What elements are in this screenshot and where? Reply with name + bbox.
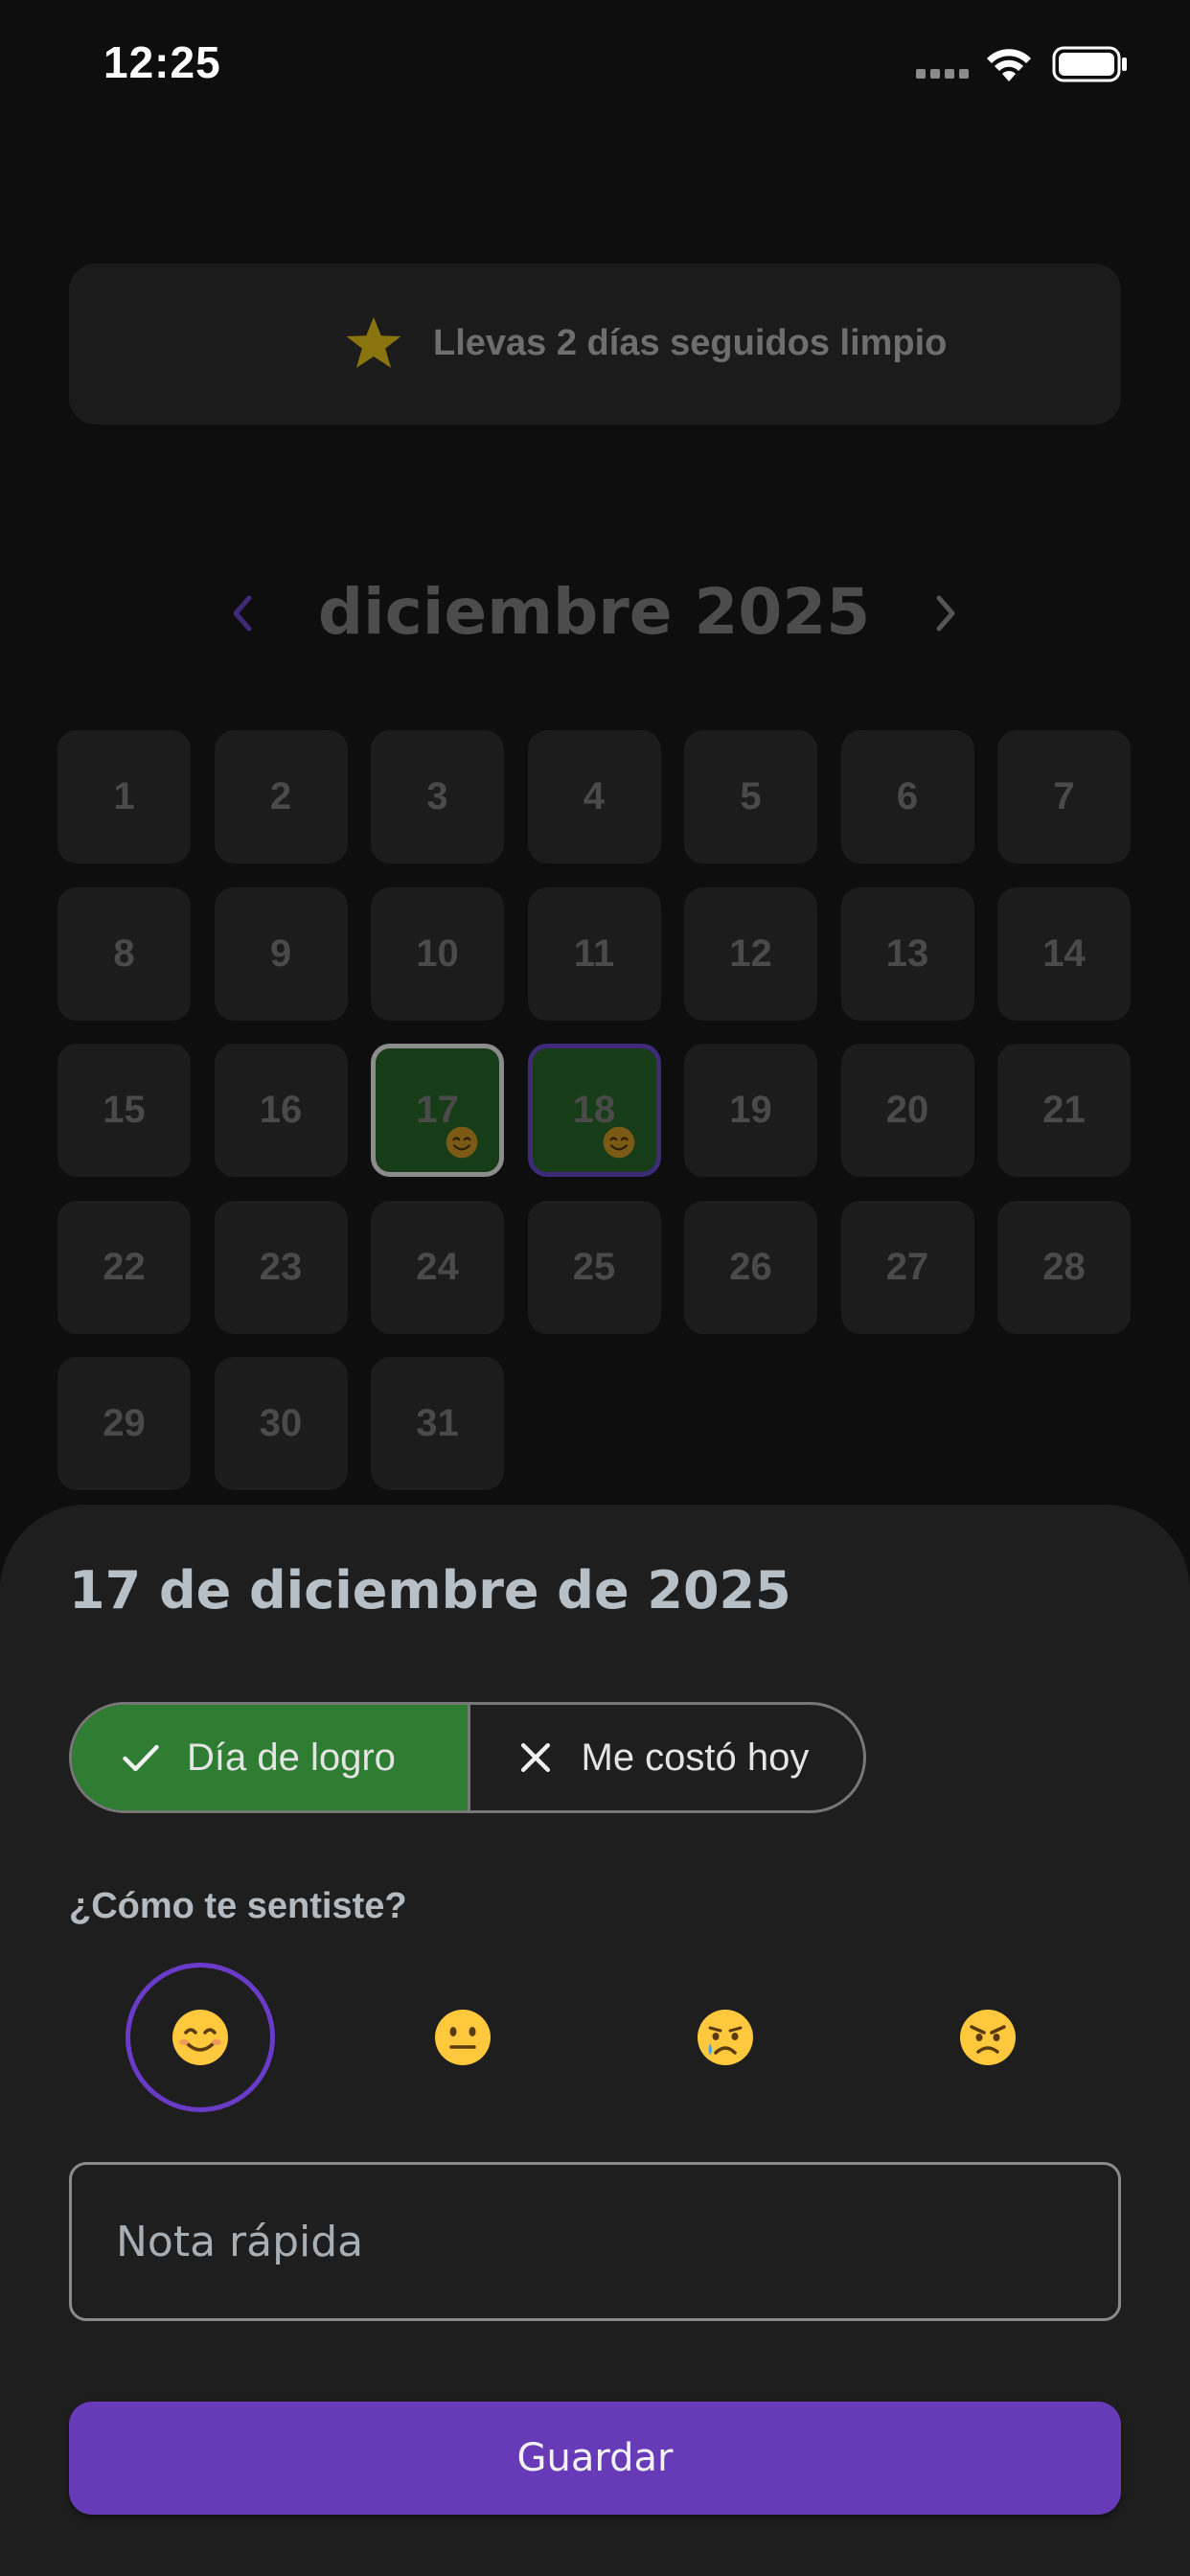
calendar-day-9[interactable]: 9	[214, 886, 348, 1021]
calendar-day-number: 22	[103, 1245, 146, 1288]
day-status-toggle: Día de logro Me costó hoy	[69, 1702, 866, 1813]
calendar-day-number: 9	[269, 932, 292, 975]
calendar-day-number: 10	[416, 932, 459, 975]
mood-happy-button[interactable]	[126, 1963, 275, 2112]
smiling-face-icon	[446, 1126, 478, 1159]
calendar-day-number: 11	[573, 932, 615, 975]
calendar-day-4[interactable]: 4	[527, 730, 661, 863]
calendar-day-number: 5	[740, 775, 762, 817]
calendar-day-number: 21	[1042, 1089, 1086, 1131]
calendar-day-28[interactable]: 28	[997, 1200, 1131, 1334]
calendar-day-number: 3	[426, 775, 448, 817]
quick-note-input[interactable]	[69, 2162, 1121, 2321]
neutral-face-icon	[435, 2010, 491, 2065]
calendar-day-number: 19	[729, 1089, 772, 1131]
angry-face-icon	[960, 2010, 1016, 2065]
calendar-day-29[interactable]: 29	[57, 1357, 191, 1490]
calendar-day-number: 27	[885, 1245, 929, 1288]
calendar-day-number: 16	[259, 1089, 303, 1131]
calendar-day-number: 15	[103, 1089, 146, 1131]
calendar-day-2[interactable]: 2	[214, 730, 348, 863]
mood-neutral-button[interactable]	[388, 1963, 538, 2112]
wifi-icon	[987, 49, 1031, 81]
calendar-day-number: 17	[416, 1089, 459, 1131]
hard-day-label: Me costó hoy	[581, 1736, 810, 1779]
calendar-day-25[interactable]: 25	[527, 1200, 661, 1334]
calendar-day-3[interactable]: 3	[371, 730, 504, 863]
calendar-day-26[interactable]: 26	[684, 1200, 817, 1334]
sheet-date-title: 17 de diciembre de 2025	[69, 1560, 791, 1621]
calendar-day-number: 7	[1053, 775, 1075, 817]
calendar-day-22[interactable]: 22	[57, 1200, 191, 1334]
calendar-day-11[interactable]: 11	[527, 886, 661, 1021]
battery-icon	[1052, 46, 1127, 82]
mood-sad-button[interactable]	[651, 1963, 800, 2112]
calendar-day-number: 2	[269, 775, 292, 817]
feeling-question: ¿Cómo te sentiste?	[69, 1886, 407, 1926]
calendar-day-number: 8	[113, 932, 135, 975]
calendar-day-number: 23	[259, 1245, 303, 1288]
status-bar: 12:25	[0, 0, 1190, 129]
calendar-day-1[interactable]: 1	[57, 730, 191, 863]
achieved-day-label: Día de logro	[187, 1736, 396, 1779]
star-icon	[346, 316, 401, 368]
calendar-day-23[interactable]: 23	[214, 1200, 348, 1334]
calendar-day-number: 1	[113, 775, 135, 817]
cellular-signal-icon	[916, 69, 970, 82]
app-screen: 12:25 Llevas 2 días seguidos limpio dici…	[0, 0, 1190, 2576]
smiling-face-icon	[172, 2010, 228, 2065]
calendar-day-7[interactable]: 7	[997, 730, 1131, 863]
calendar-day-19[interactable]: 19	[684, 1044, 817, 1177]
calendar-day-number: 12	[729, 932, 772, 975]
calendar-day-18[interactable]: 18	[527, 1044, 661, 1177]
day-detail-sheet: 17 de diciembre de 2025 Día de logro Me …	[0, 1505, 1190, 2576]
calendar-day-24[interactable]: 24	[371, 1200, 504, 1334]
calendar-day-number: 18	[572, 1089, 616, 1131]
streak-text: Llevas 2 días seguidos limpio	[433, 323, 948, 363]
calendar-day-14[interactable]: 14	[997, 886, 1131, 1021]
achieved-day-option[interactable]: Día de logro	[72, 1705, 470, 1810]
month-title: diciembre 2025	[317, 575, 871, 649]
calendar-day-number: 26	[729, 1245, 772, 1288]
calendar-day-12[interactable]: 12	[684, 886, 817, 1021]
smiling-face-icon	[603, 1126, 634, 1159]
calendar-day-number: 28	[1042, 1245, 1086, 1288]
calendar-day-number: 25	[572, 1245, 616, 1288]
calendar-day-13[interactable]: 13	[840, 886, 974, 1021]
crying-face-icon	[698, 2010, 753, 2065]
calendar-day-16[interactable]: 16	[214, 1044, 348, 1177]
mood-angry-button[interactable]	[913, 1963, 1063, 2112]
calendar-day-number: 31	[416, 1402, 459, 1444]
check-icon	[123, 1744, 159, 1772]
hard-day-option[interactable]: Me costó hoy	[470, 1705, 864, 1810]
calendar-day-17[interactable]: 17	[371, 1044, 504, 1177]
chevron-left-icon[interactable]	[222, 585, 261, 642]
calendar-day-number: 4	[583, 775, 606, 817]
close-icon	[520, 1742, 550, 1773]
calendar-day-15[interactable]: 15	[57, 1044, 191, 1177]
calendar-day-20[interactable]: 20	[840, 1044, 974, 1177]
calendar-day-6[interactable]: 6	[840, 730, 974, 863]
calendar-day-number: 30	[259, 1402, 303, 1444]
calendar-day-27[interactable]: 27	[840, 1200, 974, 1334]
streak-card: Llevas 2 días seguidos limpio	[69, 264, 1121, 425]
calendar-day-number: 6	[896, 775, 919, 817]
calendar-day-number: 20	[885, 1089, 929, 1131]
calendar-day-31[interactable]: 31	[371, 1357, 504, 1490]
save-button[interactable]: Guardar	[69, 2402, 1121, 2515]
calendar-day-30[interactable]: 30	[214, 1357, 348, 1490]
calendar-day-number: 14	[1042, 932, 1086, 975]
calendar-day-number: 29	[103, 1402, 146, 1444]
calendar-day-21[interactable]: 21	[997, 1044, 1131, 1177]
status-time: 12:25	[103, 37, 221, 87]
calendar-day-5[interactable]: 5	[684, 730, 817, 863]
calendar-day-10[interactable]: 10	[371, 886, 504, 1021]
calendar-day-number: 13	[885, 932, 929, 975]
chevron-right-icon[interactable]	[927, 585, 966, 642]
calendar-day-number: 24	[416, 1245, 459, 1288]
calendar-day-8[interactable]: 8	[57, 886, 191, 1021]
